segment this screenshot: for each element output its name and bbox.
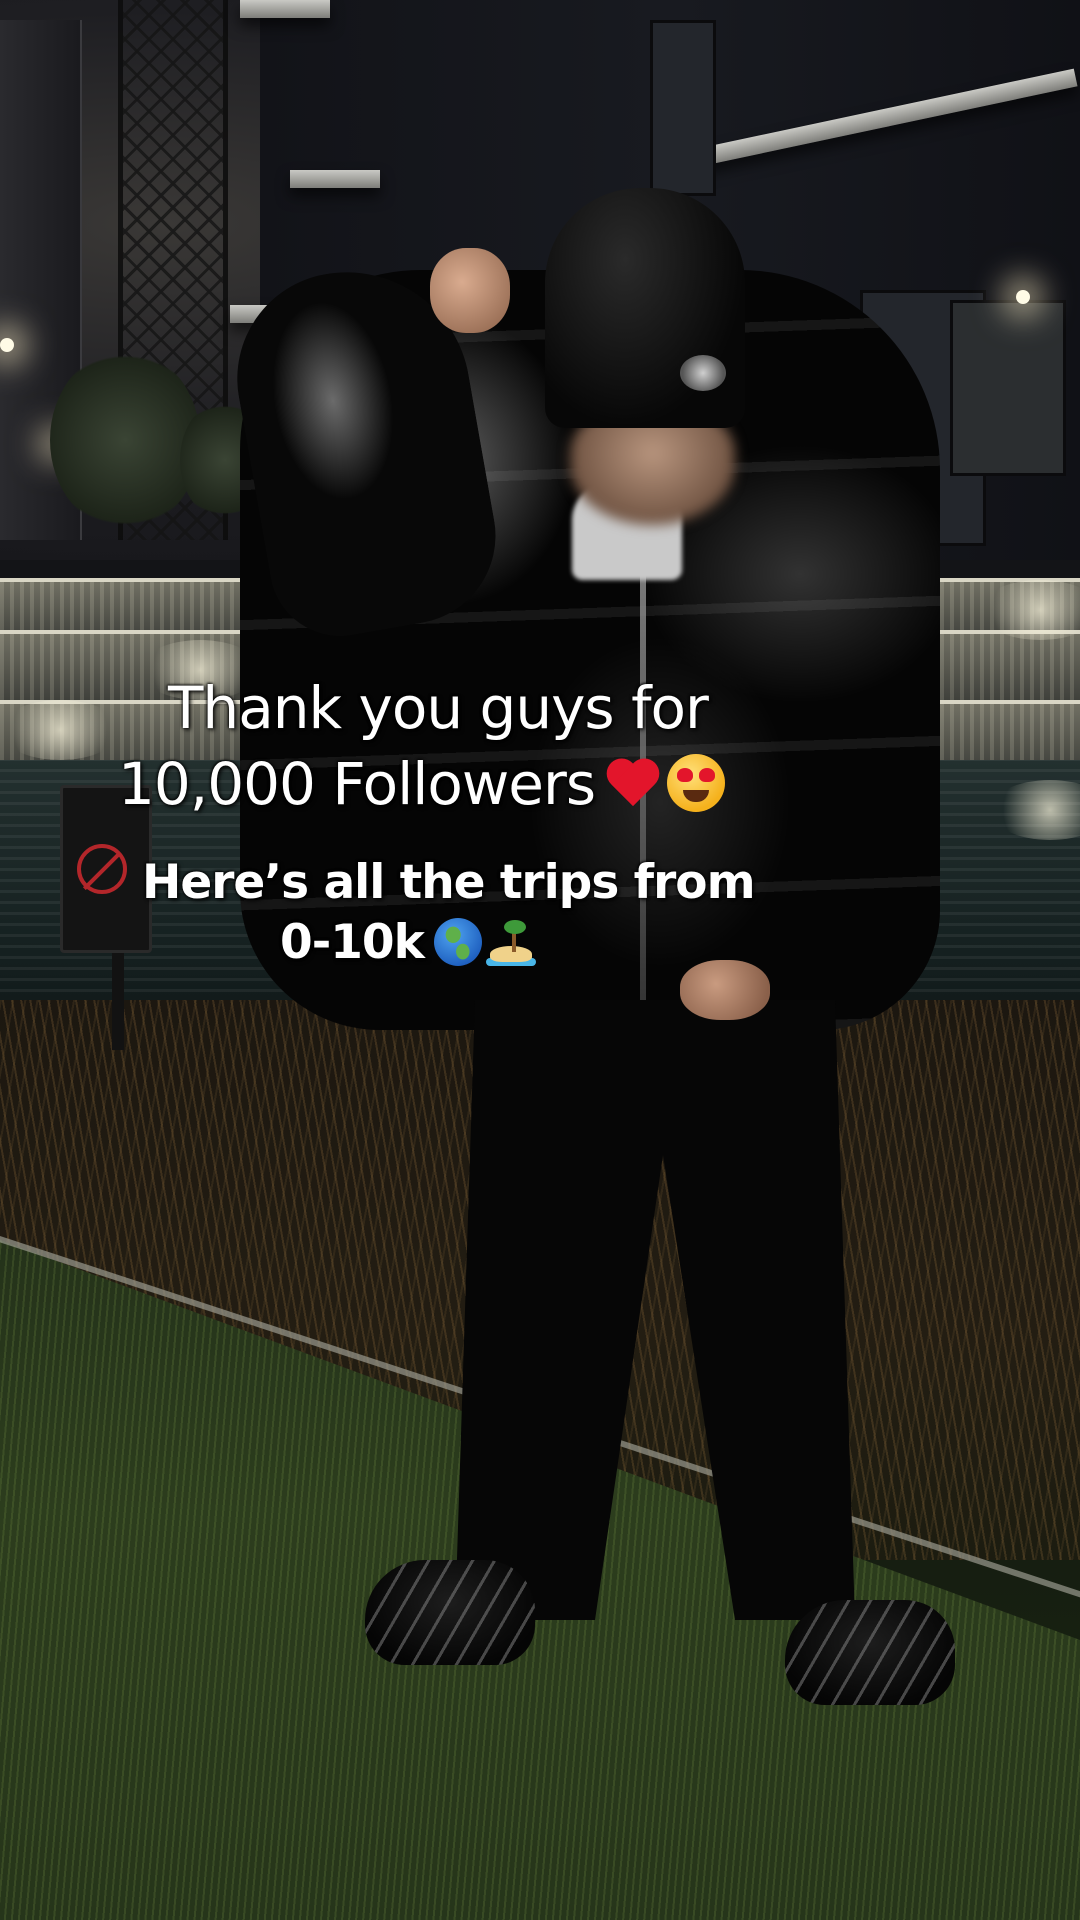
globe-icon — [433, 918, 482, 966]
caption-title-followers: 10,000 Followers — [118, 750, 596, 818]
star-eyes-icon — [667, 754, 726, 812]
heart-icon — [605, 760, 661, 810]
beanie-logo — [680, 355, 726, 391]
caption-subtitle-line-1: Here’s all the trips from — [142, 855, 756, 910]
caption-subtitle-line-2: 0-10k — [280, 912, 536, 974]
island-icon — [485, 918, 536, 966]
person — [0, 0, 1080, 1920]
hand-in-pocket — [680, 960, 770, 1020]
caption-title-line-1: Thank you guys for — [168, 674, 709, 742]
photo-background: Thank you guys for 10,000 Followers Here… — [0, 0, 1080, 1920]
black-beanie — [545, 188, 745, 428]
black-pants — [455, 1000, 855, 1620]
caption-subtitle-range: 0-10k — [280, 915, 425, 970]
caption-title-line-2: 10,000 Followers — [118, 746, 726, 822]
hand — [430, 248, 510, 333]
right-sneaker — [785, 1600, 955, 1705]
left-sneaker — [365, 1560, 535, 1665]
